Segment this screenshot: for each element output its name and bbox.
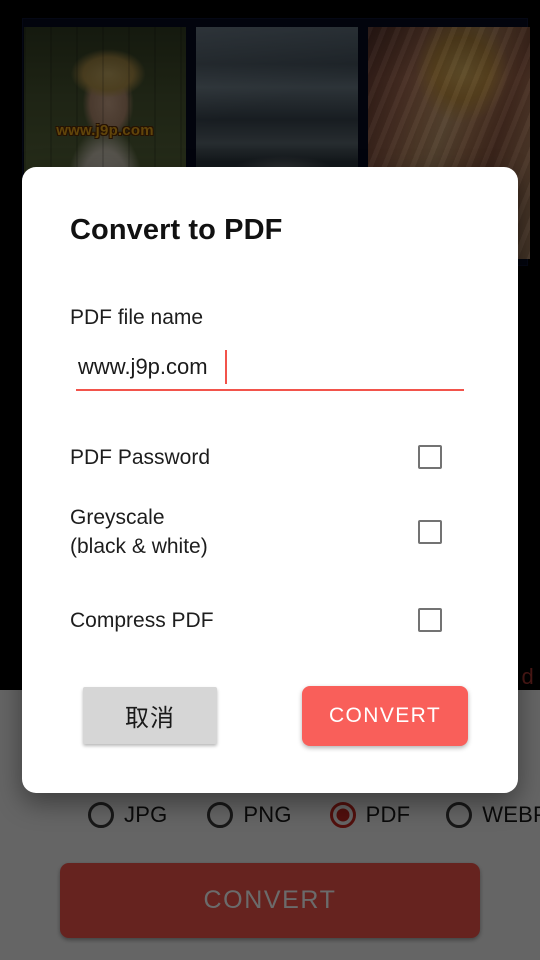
checkbox-compress-pdf[interactable]	[418, 608, 442, 632]
cancel-button[interactable]: 取消	[83, 687, 217, 744]
checkbox-greyscale[interactable]	[418, 520, 442, 544]
convert-to-pdf-dialog: Convert to PDF PDF file name PDF Passwor…	[22, 167, 518, 793]
checkbox-pdf-password[interactable]	[418, 445, 442, 469]
pdf-file-name-field[interactable]	[76, 347, 464, 391]
pdf-file-name-input[interactable]	[76, 347, 464, 387]
dialog-convert-button[interactable]: CONVERT	[302, 686, 468, 746]
cancel-button-label: 取消	[125, 704, 175, 732]
option-row-greyscale[interactable]: Greyscale (black & white)	[70, 502, 470, 562]
option-label-compress-pdf: Compress PDF	[70, 608, 214, 632]
option-row-compress-pdf[interactable]: Compress PDF	[70, 605, 470, 635]
phone-screen: www.j9p.com d JPG PNG	[0, 0, 540, 960]
option-label-pdf-password: PDF Password	[70, 445, 211, 469]
pdf-file-name-label: PDF file name	[70, 306, 204, 329]
dialog-convert-button-label: CONVERT	[328, 704, 442, 727]
option-label-greyscale: Greyscale (black & white)	[70, 506, 208, 558]
text-caret	[225, 350, 227, 384]
dialog-title: Convert to PDF	[70, 214, 283, 246]
option-row-pdf-password[interactable]: PDF Password	[70, 442, 470, 472]
